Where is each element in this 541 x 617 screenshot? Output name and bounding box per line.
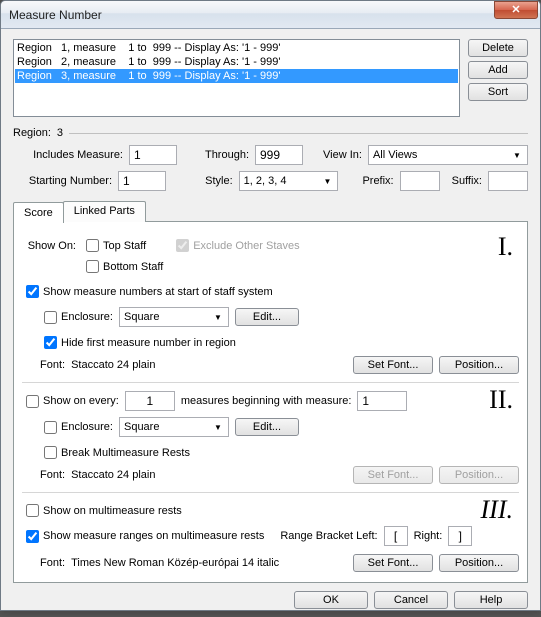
list-item[interactable]: Region 3, measure 1 to 999 -- Display As… (15, 69, 458, 83)
range-left-label: Range Bracket Left: (280, 530, 377, 542)
measures-begin-label: measures beginning with measure: (181, 395, 352, 407)
sort-button[interactable]: Sort (468, 83, 528, 101)
break-mm-checkbox[interactable]: Break Multimeasure Rests (40, 443, 190, 462)
exclude-checkbox: Exclude Other Staves (172, 236, 299, 255)
font2-value: Staccato 24 plain (71, 469, 155, 481)
show-at-start-checkbox[interactable]: Show measure numbers at start of staff s… (22, 282, 273, 301)
setfont1-button[interactable]: Set Font... (353, 356, 433, 374)
section-show-every: II. Show on every: measures beginning wi… (22, 382, 519, 484)
tab-strip: Score Linked Parts (13, 201, 528, 222)
font1-value: Staccato 24 plain (71, 359, 155, 371)
tab-linked-parts[interactable]: Linked Parts (63, 201, 146, 222)
region-value: 3 (57, 127, 63, 139)
preview-1: I. (498, 234, 513, 260)
position3-button[interactable]: Position... (439, 554, 519, 572)
suffix-label: Suffix: (452, 175, 482, 187)
every-input[interactable] (125, 391, 175, 411)
cancel-button[interactable]: Cancel (374, 591, 448, 609)
font3-value: Times New Roman Közép-európai 14 italic (71, 557, 279, 569)
viewin-combo[interactable]: All Views ▼ (368, 145, 528, 165)
chevron-down-icon: ▼ (319, 177, 335, 186)
tab-panel-score: I. Show On: Top Staff Exclude Other Stav… (13, 221, 528, 583)
delete-button[interactable]: Delete (468, 39, 528, 57)
section-start-of-system: I. Show On: Top Staff Exclude Other Stav… (22, 236, 519, 374)
starting-input[interactable] (118, 171, 166, 191)
suffix-input[interactable] (488, 171, 528, 191)
position2-button: Position... (439, 466, 519, 484)
separator (69, 133, 528, 134)
list-item[interactable]: Region 1, measure 1 to 999 -- Display As… (15, 41, 458, 55)
tab-score[interactable]: Score (13, 202, 64, 223)
ok-button[interactable]: OK (294, 591, 368, 609)
preview-2: II. (489, 387, 513, 413)
edit-enclosure1-button[interactable]: Edit... (235, 308, 299, 326)
includes-input[interactable] (129, 145, 177, 165)
add-button[interactable]: Add (468, 61, 528, 79)
close-icon: ✕ (511, 5, 520, 16)
show-every-checkbox[interactable]: Show on every: (22, 392, 119, 411)
through-label: Through: (195, 149, 249, 161)
close-button[interactable]: ✕ (494, 1, 538, 19)
font2-label: Font: (40, 469, 65, 481)
starting-label: Starting Number: (13, 175, 112, 187)
prefix-input[interactable] (400, 171, 440, 191)
chevron-down-icon: ▼ (210, 313, 226, 322)
enclosure1-combo[interactable]: Square ▼ (119, 307, 229, 327)
showon-label: Show On: (22, 240, 76, 252)
style-value: 1, 2, 3, 4 (244, 175, 287, 187)
font3-label: Font: (40, 557, 65, 569)
range-left-input[interactable] (384, 526, 408, 546)
list-item[interactable]: Region 2, measure 1 to 999 -- Display As… (15, 55, 458, 69)
font1-label: Font: (40, 359, 65, 371)
range-right-label: Right: (414, 530, 443, 542)
enclosure1-checkbox[interactable]: Enclosure: (40, 308, 113, 327)
through-input[interactable] (255, 145, 303, 165)
range-right-input[interactable] (448, 526, 472, 546)
bottomstaff-checkbox[interactable]: Bottom Staff (82, 257, 163, 276)
style-label: Style: (184, 175, 233, 187)
enclosure2-checkbox[interactable]: Enclosure: (40, 418, 113, 437)
preview-3: III. (481, 497, 513, 523)
viewin-label: View In: (323, 149, 362, 161)
viewin-value: All Views (373, 149, 417, 161)
prefix-label: Prefix: (362, 175, 393, 187)
topstaff-checkbox[interactable]: Top Staff (82, 236, 146, 255)
position1-button[interactable]: Position... (439, 356, 519, 374)
enclosure2-combo[interactable]: Square ▼ (119, 417, 229, 437)
includes-label: Includes Measure: (13, 149, 123, 161)
begin-input[interactable] (357, 391, 407, 411)
edit-enclosure2-button[interactable]: Edit... (235, 418, 299, 436)
region-listbox[interactable]: Region 1, measure 1 to 999 -- Display As… (13, 39, 460, 117)
dialog-body: Region 1, measure 1 to 999 -- Display As… (1, 29, 540, 617)
titlebar: Measure Number ✕ (1, 1, 540, 29)
setfont3-button[interactable]: Set Font... (353, 554, 433, 572)
show-mm-checkbox[interactable]: Show on multimeasure rests (22, 501, 182, 520)
hide-first-checkbox[interactable]: Hide first measure number in region (40, 333, 236, 352)
help-button[interactable]: Help (454, 591, 528, 609)
dialog-title: Measure Number (9, 8, 494, 22)
style-combo[interactable]: 1, 2, 3, 4 ▼ (239, 171, 339, 191)
chevron-down-icon: ▼ (210, 423, 226, 432)
section-multimeasure: III. Show on multimeasure rests Show mea… (22, 492, 519, 572)
dialog: Measure Number ✕ Region 1, measure 1 to … (0, 0, 541, 611)
setfont2-button: Set Font... (353, 466, 433, 484)
region-label: Region: (13, 127, 51, 139)
show-ranges-checkbox[interactable]: Show measure ranges on multimeasure rest… (22, 527, 264, 546)
chevron-down-icon: ▼ (509, 151, 525, 160)
